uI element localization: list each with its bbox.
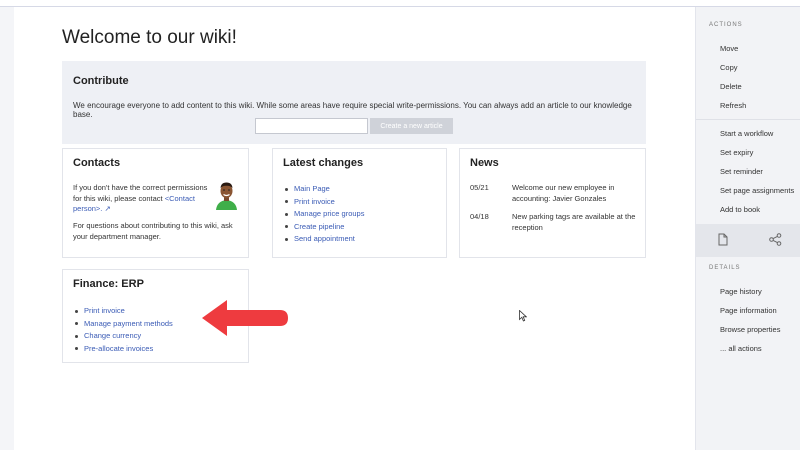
add-to-book-action[interactable]: Add to book — [720, 205, 760, 214]
list-item[interactable]: Manage payment methods — [75, 318, 173, 331]
page-icon[interactable] — [718, 233, 728, 251]
list-item[interactable]: Manage price groups — [285, 208, 364, 221]
list-item[interactable]: Main Page — [285, 183, 364, 196]
contacts-panel: Contacts If you don't have the correct p… — [62, 148, 249, 258]
refresh-action[interactable]: Refresh — [720, 101, 746, 110]
list-item[interactable]: Create pipeline — [285, 221, 364, 234]
details-heading: DETAILS — [709, 265, 741, 271]
delete-action[interactable]: Delete — [720, 82, 742, 91]
contribute-text: We encourage everyone to add content to … — [73, 101, 632, 119]
finance-heading: Finance: ERP — [73, 278, 144, 290]
finance-list: Print invoice Manage payment methods Cha… — [75, 305, 173, 355]
create-article-button[interactable]: Create a new article — [370, 118, 453, 134]
external-link-icon: ↗ — [104, 204, 111, 213]
news-date: 04/18 — [470, 212, 489, 221]
pointer-arrow-icon — [200, 297, 290, 344]
list-item[interactable]: Print invoice — [75, 305, 173, 318]
list-item[interactable]: Change currency — [75, 330, 173, 343]
sidebar: ACTIONS Move Copy Delete Refresh Start a… — [695, 7, 800, 450]
divider — [696, 119, 800, 120]
contacts-heading: Contacts — [73, 157, 121, 169]
news-text: Welcome our new employee in accounting: … — [512, 183, 615, 203]
sidebar-icon-bar — [696, 224, 800, 257]
list-item[interactable]: Print invoice — [285, 196, 364, 209]
page-title: Welcome to our wiki! — [62, 27, 237, 48]
news-panel: News 05/21 Welcome our new employee in a… — [459, 148, 646, 258]
list-item[interactable]: Pre-allocate invoices — [75, 343, 173, 356]
left-strip — [0, 7, 14, 450]
latest-changes-heading: Latest changes — [283, 157, 364, 169]
all-actions-action[interactable]: ... all actions — [720, 344, 762, 353]
contribute-heading: Contribute — [73, 75, 129, 87]
mouse-cursor-icon — [519, 309, 528, 327]
page-information-action[interactable]: Page information — [720, 306, 777, 315]
contacts-help-text: For questions about contributing to this… — [73, 221, 233, 241]
browse-properties-action[interactable]: Browse properties — [720, 325, 780, 334]
share-icon[interactable] — [769, 233, 782, 251]
news-date: 05/21 — [470, 183, 489, 192]
news-heading: News — [470, 157, 499, 169]
page-history-action[interactable]: Page history — [720, 287, 762, 296]
copy-action[interactable]: Copy — [720, 63, 738, 72]
set-page-assignments-action[interactable]: Set page assignments — [720, 186, 794, 195]
start-workflow-action[interactable]: Start a workflow — [720, 129, 773, 138]
set-expiry-action[interactable]: Set expiry — [720, 148, 753, 157]
set-reminder-action[interactable]: Set reminder — [720, 167, 763, 176]
latest-changes-list: Main Page Print invoice Manage price gro… — [285, 183, 364, 246]
contacts-text: If you don't have the correct permission… — [73, 183, 208, 215]
actions-heading: ACTIONS — [709, 22, 743, 28]
latest-changes-panel: Latest changes Main Page Print invoice M… — [272, 148, 447, 258]
top-bar — [0, 0, 800, 7]
article-title-input[interactable] — [255, 118, 368, 134]
list-item[interactable]: Send appointment — [285, 233, 364, 246]
contribute-panel: Contribute We encourage everyone to add … — [62, 61, 646, 144]
news-text: New parking tags are available at the re… — [512, 212, 636, 232]
main-content: Welcome to our wiki! Contribute We encou… — [14, 7, 695, 450]
move-action[interactable]: Move — [720, 44, 738, 53]
avatar — [213, 180, 240, 210]
